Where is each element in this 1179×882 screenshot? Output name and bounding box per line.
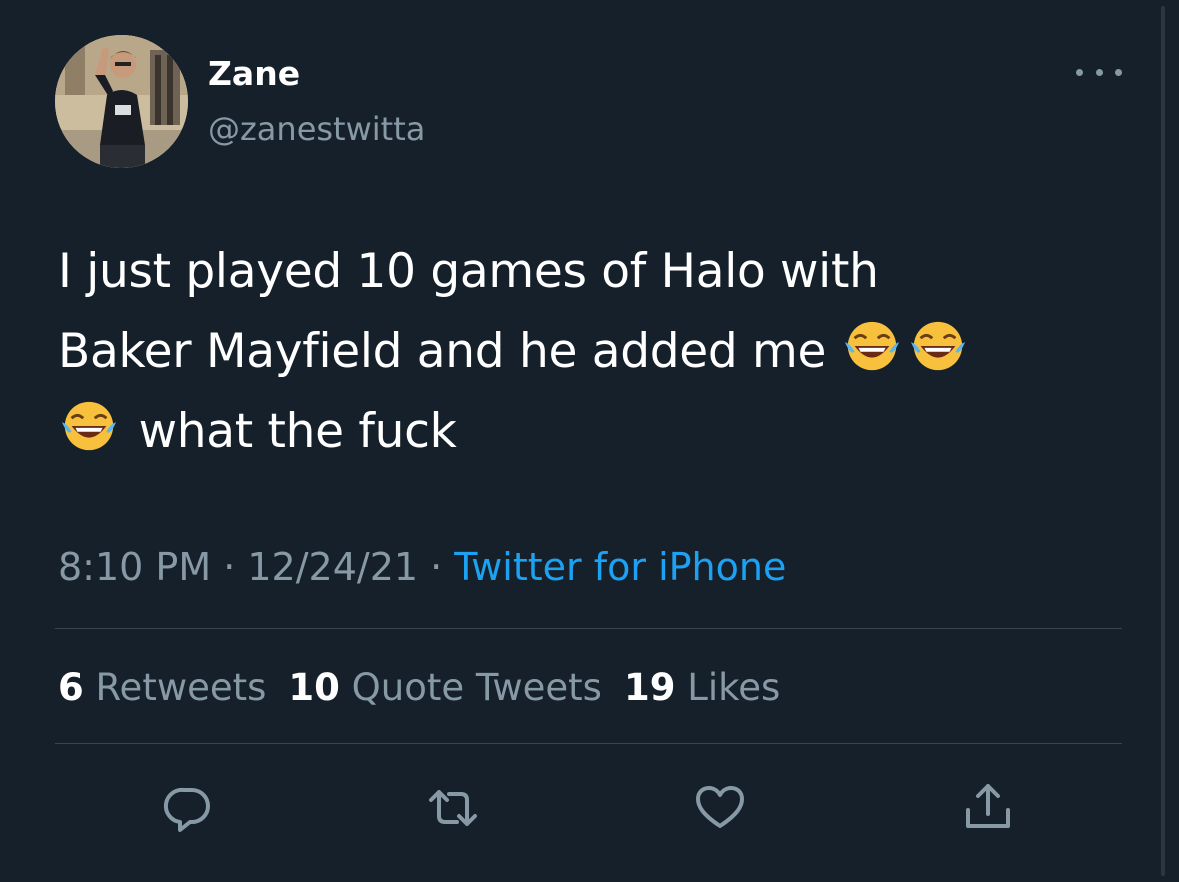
- divider: [55, 628, 1122, 629]
- tweet-text: I just played 10 games of Halo with Bake…: [58, 232, 1118, 472]
- tweet-meta: 8:10 PM · 12/24/21 · Twitter for iPhone: [58, 540, 786, 594]
- retweets-label: Retweets: [95, 666, 267, 709]
- tweet-line: what the fuck: [58, 392, 1118, 472]
- reply-icon[interactable]: [160, 780, 216, 836]
- quote-tweets-count: 10: [288, 666, 340, 709]
- more-dot: [1095, 68, 1103, 76]
- tweet-date[interactable]: 12/24/21: [247, 545, 418, 589]
- likes-label: Likes: [687, 666, 781, 709]
- meta-separator: ·: [211, 545, 248, 589]
- tears-of-joy-emoji-icon: [910, 321, 965, 371]
- tweet-detail-page: Zane @zanestwitta I just played 10 games…: [0, 0, 1179, 882]
- quote-tweets-label: Quote Tweets: [351, 666, 602, 709]
- scrollbar[interactable]: [1161, 6, 1165, 876]
- retweets-count: 6: [58, 666, 84, 709]
- tweet-line: I just played 10 games of Halo with: [58, 244, 879, 299]
- more-dot: [1115, 68, 1122, 76]
- share-icon[interactable]: [960, 780, 1016, 836]
- avatar[interactable]: [55, 35, 188, 168]
- meta-separator: ·: [418, 545, 455, 589]
- more-dot: [1076, 68, 1083, 76]
- more-icon[interactable]: [1076, 60, 1122, 84]
- tears-of-joy-emoji-icon: [61, 401, 117, 451]
- likes-stat[interactable]: 19 Likes: [624, 666, 780, 709]
- quote-tweets-stat[interactable]: 10 Quote Tweets: [288, 666, 602, 709]
- tweet-stats: 6 Retweets 10 Quote Tweets 19 Likes: [58, 662, 780, 714]
- tweet-line-text: Baker Mayfield and he added me: [58, 324, 827, 379]
- tweet-time[interactable]: 8:10 PM: [58, 545, 211, 589]
- display-name[interactable]: Zane: [208, 50, 300, 98]
- divider: [55, 743, 1122, 744]
- avatar-image: [55, 35, 188, 168]
- retweets-stat[interactable]: 6 Retweets: [58, 666, 266, 709]
- user-handle[interactable]: @zanestwitta: [208, 106, 425, 152]
- tweet-line-text: what the fuck: [138, 404, 457, 459]
- retweet-icon[interactable]: [425, 780, 481, 836]
- likes-count: 19: [623, 666, 676, 709]
- heart-icon[interactable]: [692, 780, 748, 836]
- tweet-line: Baker Mayfield and he added me: [58, 312, 1118, 392]
- tweet-source-link[interactable]: Twitter for iPhone: [454, 545, 786, 589]
- tears-of-joy-emoji-icon: [844, 321, 899, 371]
